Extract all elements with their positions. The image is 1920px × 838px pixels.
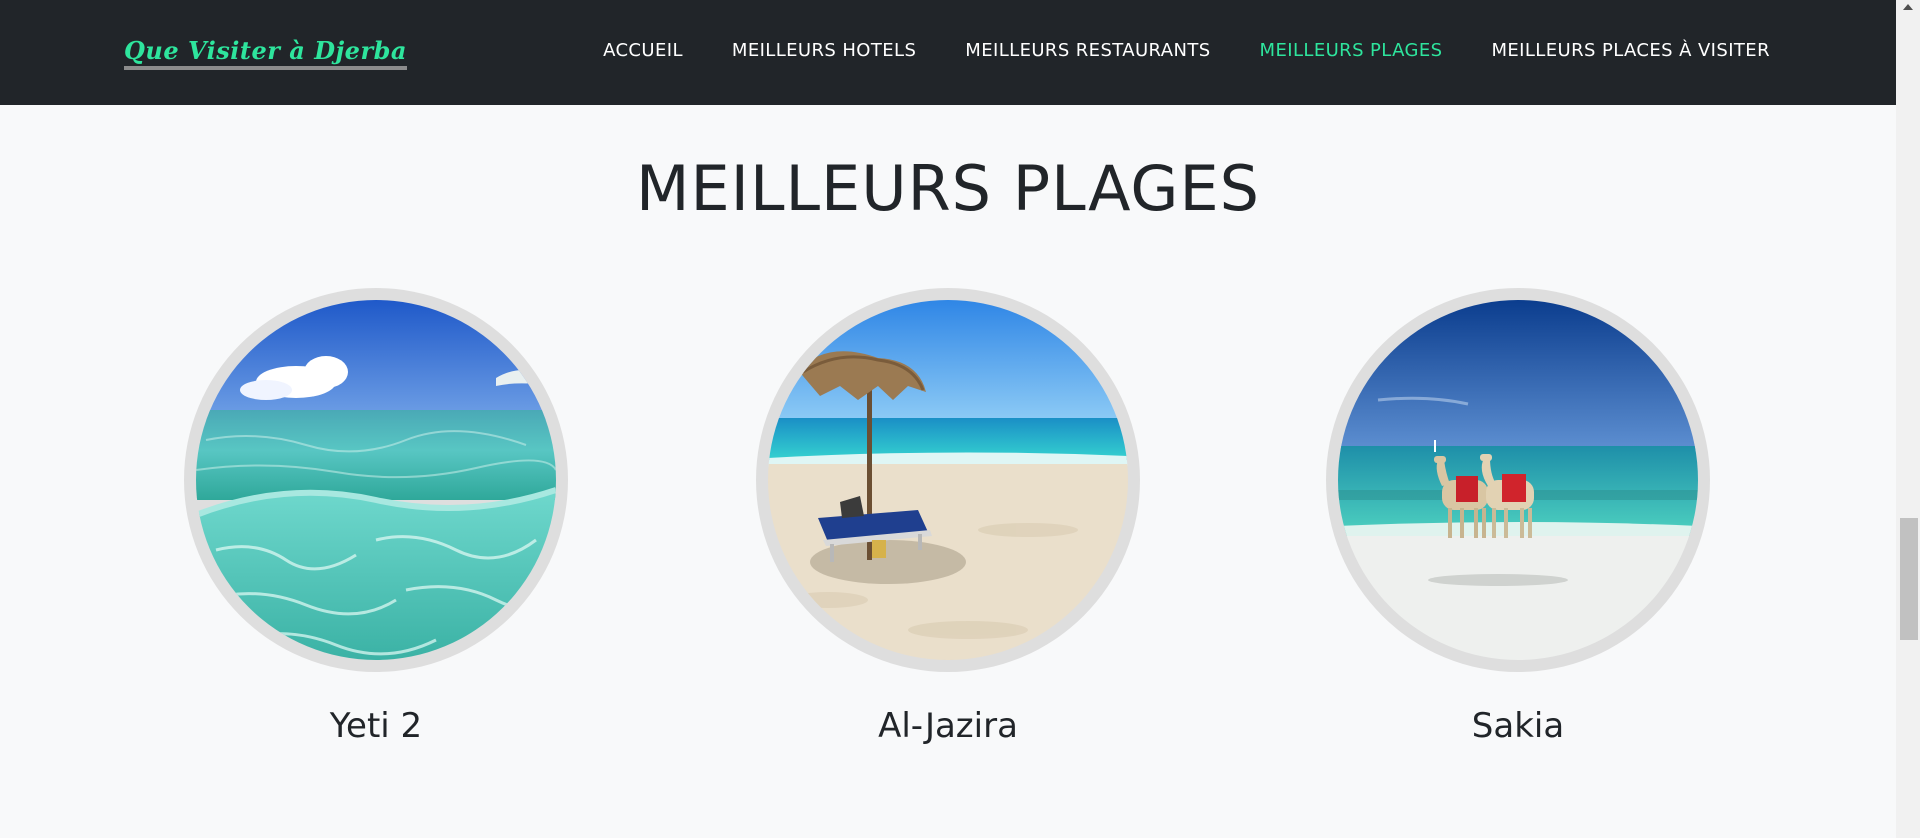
- nav-link-places[interactable]: MEILLEURS PLACES À VISITER: [1491, 40, 1770, 61]
- beach-name: Al-Jazira: [878, 706, 1018, 746]
- nav-link-restaurants[interactable]: MEILLEURS RESTAURANTS: [965, 40, 1210, 61]
- beach-name: Yeti 2: [329, 706, 423, 746]
- beach-card: Yeti 2: [184, 288, 568, 746]
- page-scrollbar[interactable]: [1896, 0, 1920, 838]
- beach-photo: [1338, 300, 1698, 660]
- nav-link-plages[interactable]: MEILLEURS PLAGES: [1260, 40, 1443, 61]
- beach-image-frame[interactable]: [184, 288, 568, 672]
- navbar: Que Visiter à Djerba ACCUEIL MEILLEURS H…: [0, 0, 1896, 105]
- beach-card: Al-Jazira: [756, 288, 1140, 746]
- nav-menu: ACCUEIL MEILLEURS HOTELS MEILLEURS RESTA…: [603, 40, 1770, 61]
- beach-image-frame[interactable]: [756, 288, 1140, 672]
- scroll-up-arrow-icon[interactable]: [1903, 4, 1913, 10]
- section-title: MEILLEURS PLAGES: [636, 152, 1260, 225]
- beach-name: Sakia: [1471, 706, 1565, 746]
- scrollbar-thumb[interactable]: [1900, 518, 1918, 640]
- brand-logo-link[interactable]: Que Visiter à Djerba: [124, 36, 407, 70]
- beach-photo: [196, 300, 556, 660]
- nav-link-hotels[interactable]: MEILLEURS HOTELS: [732, 40, 916, 61]
- beach-image-frame[interactable]: [1326, 288, 1710, 672]
- beach-card: Sakia: [1326, 288, 1710, 746]
- beach-photo: [768, 300, 1128, 660]
- nav-link-accueil[interactable]: ACCUEIL: [603, 40, 683, 61]
